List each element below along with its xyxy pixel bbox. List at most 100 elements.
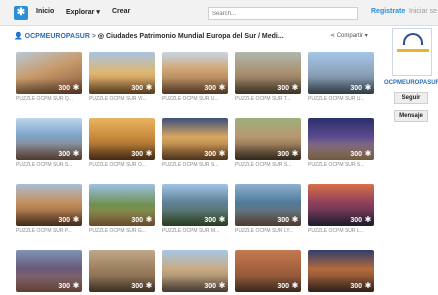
puzzle-thumbnail[interactable]: 300 ✱: [235, 250, 301, 292]
breadcrumb-separator: >: [91, 33, 96, 40]
puzzle-caption[interactable]: PUZZLE OCPM SUR Q...: [16, 96, 82, 102]
puzzle-piece-icon: ✱: [145, 215, 153, 224]
puzzle-card[interactable]: 300 ✱ PUZZLE OCPM SUR M...: [162, 184, 228, 234]
puzzle-card[interactable]: 300 ✱ PUZZLE OCPM SUR L...: [308, 184, 374, 234]
puzzle-piece-icon: ✱: [364, 83, 372, 92]
puzzle-card[interactable]: 300 ✱ PUZZLE OCPM SUR U...: [162, 52, 228, 102]
puzzle-card[interactable]: 300 ✱ PUZZLE OCPM SUR LY...: [235, 184, 301, 234]
puzzle-piece-icon: ✱: [218, 281, 226, 290]
share-label: Compartir: [336, 33, 364, 39]
puzzle-caption[interactable]: PUZZLE OCPM SUR VI...: [89, 96, 155, 102]
share-button[interactable]: ⋖ Compartir ▾: [330, 32, 368, 39]
chevron-down-icon: ▾: [364, 33, 368, 39]
puzzle-caption[interactable]: PUZZLE OCPM SUR M...: [162, 228, 228, 234]
site-logo-icon[interactable]: ✱: [14, 6, 28, 20]
puzzle-card[interactable]: 300 ✱ PUZZLE OCPM SUR Q...: [16, 52, 82, 102]
puzzle-caption[interactable]: PUZZLE OCPM SUR S...: [162, 162, 228, 168]
puzzle-piece-icon: ✱: [364, 149, 372, 158]
puzzle-caption[interactable]: PUZZLE OCPM SUR P...: [16, 228, 82, 234]
puzzle-caption[interactable]: PUZZLE OCPM SUR O...: [89, 162, 155, 168]
piece-count: 300: [58, 85, 70, 92]
puzzle-card[interactable]: 300 ✱ PUZZLE OCPM SUR S...: [235, 118, 301, 168]
piece-count: 300: [58, 151, 70, 158]
piece-count: 300: [58, 217, 70, 224]
puzzle-card[interactable]: 300 ✱: [162, 250, 228, 292]
puzzle-thumbnail[interactable]: 300 ✱: [235, 52, 301, 94]
puzzle-card[interactable]: 300 ✱: [308, 250, 374, 292]
puzzle-thumbnail[interactable]: 300 ✱: [308, 250, 374, 292]
follow-button[interactable]: Seguir: [394, 92, 428, 104]
login-link[interactable]: Iniciar se: [409, 8, 437, 15]
puzzle-card[interactable]: 300 ✱ PUZZLE OCPM SUR O...: [89, 118, 155, 168]
register-link[interactable]: Registrate: [371, 8, 405, 15]
nav-explorar[interactable]: Explorar ▾: [66, 8, 100, 16]
puzzle-card[interactable]: 300 ✱ PUZZLE OCPM SUR S...: [16, 118, 82, 168]
breadcrumb: 👤 OCPMEUROPASUR > ◎ Ciudades Patrimonio …: [14, 32, 284, 42]
puzzle-piece-icon: ✱: [72, 149, 80, 158]
puzzle-piece-icon: ✱: [72, 83, 80, 92]
puzzle-card[interactable]: 300 ✱ PUZZLE OCPM SUR S...: [162, 118, 228, 168]
user-avatar[interactable]: [392, 28, 432, 76]
puzzle-caption[interactable]: PUZZLE OCPM SUR LY...: [235, 228, 301, 234]
message-button[interactable]: Mensaje: [394, 110, 428, 122]
search-input[interactable]: [208, 7, 358, 20]
puzzle-card[interactable]: 300 ✱ PUZZLE OCPM SUR P...: [16, 184, 82, 234]
puzzle-caption[interactable]: PUZZLE OCPM SUR T...: [235, 96, 301, 102]
piece-count: 300: [350, 283, 362, 290]
puzzle-thumbnail[interactable]: 300 ✱: [308, 184, 374, 226]
puzzle-piece-icon: ✱: [218, 149, 226, 158]
piece-count: 300: [131, 85, 143, 92]
puzzle-thumbnail[interactable]: 300 ✱: [235, 118, 301, 160]
puzzle-caption[interactable]: PUZZLE OCPM SUR S...: [308, 162, 374, 168]
user-icon: 👤: [14, 33, 23, 40]
puzzle-piece-icon: ✱: [291, 281, 299, 290]
puzzle-thumbnail[interactable]: 300 ✱: [162, 52, 228, 94]
puzzle-card[interactable]: 300 ✱: [89, 250, 155, 292]
puzzle-card[interactable]: 300 ✱: [235, 250, 301, 292]
puzzle-piece-icon: ✱: [291, 149, 299, 158]
sidebar-username[interactable]: OCPMEUROPASUR: [384, 80, 438, 86]
puzzle-piece-icon: ✱: [364, 215, 372, 224]
puzzle-thumbnail[interactable]: 300 ✱: [308, 52, 374, 94]
puzzle-piece-icon: ✱: [145, 83, 153, 92]
puzzle-piece-icon: ✱: [145, 281, 153, 290]
puzzle-caption[interactable]: PUZZLE OCPM SUR S...: [235, 162, 301, 168]
puzzle-thumbnail[interactable]: 300 ✱: [162, 184, 228, 226]
nav-inicio[interactable]: Inicio: [36, 8, 54, 15]
puzzle-caption[interactable]: PUZZLE OCPM SUR S...: [16, 162, 82, 168]
puzzle-thumbnail[interactable]: 300 ✱: [89, 52, 155, 94]
puzzle-card[interactable]: 300 ✱ PUZZLE OCPM SUR T...: [235, 52, 301, 102]
puzzle-piece-icon: ✱: [364, 281, 372, 290]
piece-count: 300: [350, 151, 362, 158]
puzzle-card[interactable]: 300 ✱: [16, 250, 82, 292]
puzzle-thumbnail[interactable]: 300 ✱: [308, 118, 374, 160]
puzzle-card[interactable]: 300 ✱ PUZZLE OCPM SUR G...: [89, 184, 155, 234]
piece-count: 300: [204, 283, 216, 290]
puzzle-thumbnail[interactable]: 300 ✱: [162, 118, 228, 160]
crest-arch-icon: [403, 33, 423, 45]
puzzle-piece-icon: ✱: [218, 215, 226, 224]
puzzle-thumbnail[interactable]: 300 ✱: [16, 184, 82, 226]
nav-crear[interactable]: Crear: [112, 8, 130, 15]
piece-count: 300: [277, 85, 289, 92]
globe-icon: ◎: [97, 33, 104, 40]
puzzle-thumbnail[interactable]: 300 ✱: [16, 250, 82, 292]
puzzle-card[interactable]: 300 ✱ PUZZLE OCPM SUR VI...: [89, 52, 155, 102]
breadcrumb-title: Ciudades Patrimonio Mundial Europa del S…: [105, 33, 284, 40]
puzzle-thumbnail[interactable]: 300 ✱: [89, 250, 155, 292]
puzzle-thumbnail[interactable]: 300 ✱: [16, 118, 82, 160]
puzzle-thumbnail[interactable]: 300 ✱: [162, 250, 228, 292]
puzzle-caption[interactable]: PUZZLE OCPM SUR U...: [162, 96, 228, 102]
puzzle-caption[interactable]: PUZZLE OCPM SUR G...: [89, 228, 155, 234]
puzzle-caption[interactable]: PUZZLE OCPM SUR U...: [308, 96, 374, 102]
puzzle-card[interactable]: 300 ✱ PUZZLE OCPM SUR S...: [308, 118, 374, 168]
puzzle-piece-icon: ✱: [291, 83, 299, 92]
puzzle-caption[interactable]: PUZZLE OCPM SUR L...: [308, 228, 374, 234]
puzzle-thumbnail[interactable]: 300 ✱: [89, 184, 155, 226]
puzzle-thumbnail[interactable]: 300 ✱: [16, 52, 82, 94]
puzzle-thumbnail[interactable]: 300 ✱: [89, 118, 155, 160]
puzzle-piece-icon: ✱: [291, 215, 299, 224]
puzzle-card[interactable]: 300 ✱ PUZZLE OCPM SUR U...: [308, 52, 374, 102]
puzzle-thumbnail[interactable]: 300 ✱: [235, 184, 301, 226]
breadcrumb-user[interactable]: OCPMEUROPASUR: [25, 33, 90, 40]
